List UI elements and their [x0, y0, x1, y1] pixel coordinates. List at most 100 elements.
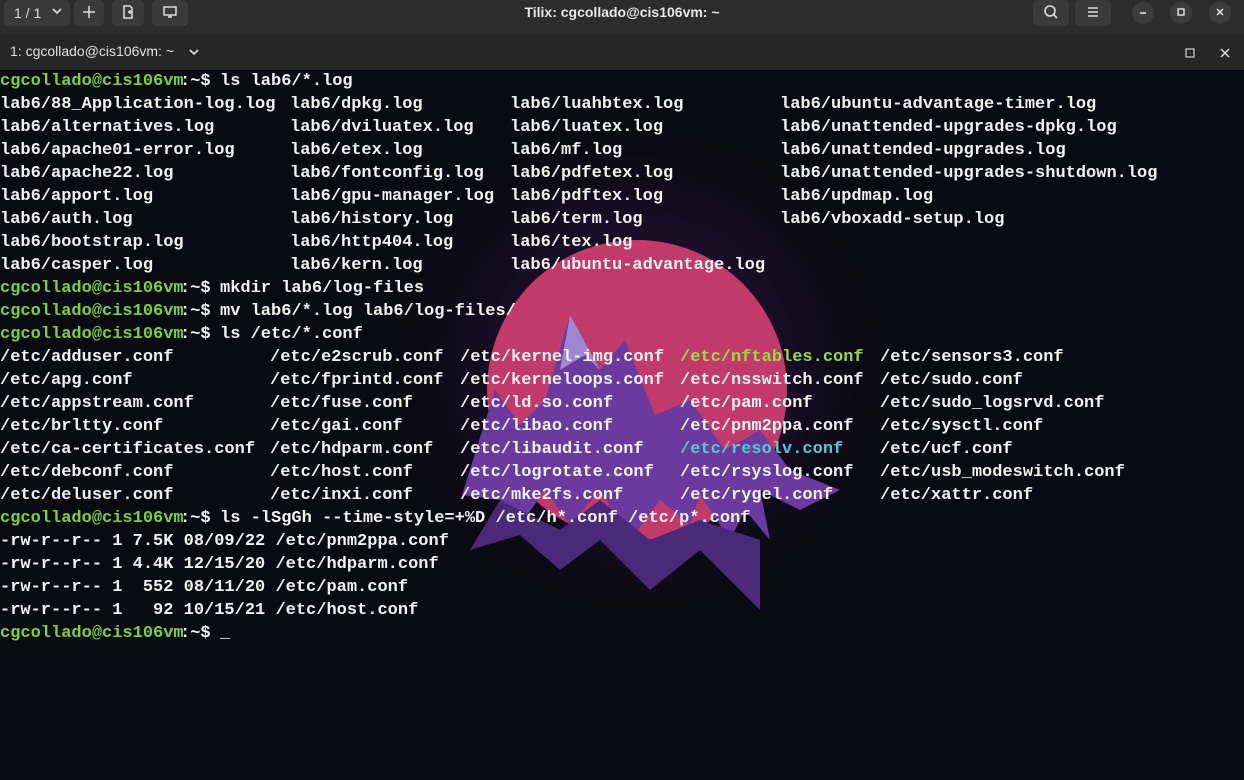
file-entry: /etc/fprintd.conf: [270, 371, 444, 390]
prompt-cwd: :~$: [180, 72, 211, 91]
new-session-icon: [120, 4, 136, 23]
file-entry: lab6/ubuntu-advantage.log: [510, 256, 766, 275]
file-entry: /etc/fuse.conf: [270, 394, 413, 413]
file-entry: /etc/ucf.conf: [880, 440, 1013, 459]
file-entry: /etc/rygel.conf: [680, 486, 834, 505]
file-entry: lab6/pdfetex.log: [510, 164, 674, 183]
prompt-cwd: :~$: [180, 325, 211, 344]
file-entry: /etc/nsswitch.conf: [680, 371, 864, 390]
file-entry: /etc/kerneloops.conf: [460, 371, 665, 390]
file-entry: /etc/resolv.conf: [680, 440, 844, 459]
file-entry: lab6/vboxadd-setup.log: [780, 210, 1005, 229]
new-session-button[interactable]: [112, 0, 144, 26]
session-switcher-button[interactable]: 1 / 1: [4, 0, 70, 26]
sync-input-button[interactable]: [152, 0, 188, 26]
command-text: ls -lSgGh --time-style=+%D /etc/h*.conf …: [220, 509, 751, 528]
search-icon: [1043, 4, 1059, 23]
file-entry: /etc/gai.conf: [270, 417, 403, 436]
file-entry: lab6/apache01-error.log: [0, 141, 235, 160]
add-terminal-button[interactable]: [74, 0, 104, 26]
file-entry: /etc/sensors3.conf: [880, 348, 1064, 367]
file-entry: lab6/term.log: [510, 210, 643, 229]
file-entry: /etc/sysctl.conf: [880, 417, 1044, 436]
file-entry: /etc/apg.conf: [0, 371, 133, 390]
hamburger-menu-icon: [1086, 5, 1100, 22]
file-entry: /etc/ca-certificates.conf: [0, 440, 256, 459]
file-entry: lab6/ubuntu-advantage-timer.log: [780, 95, 1097, 114]
file-entry: lab6/apache22.log: [0, 164, 174, 183]
prompt-user-host: cgcollado@cis106vm: [0, 624, 184, 643]
file-entry: /etc/brltty.conf: [0, 417, 164, 436]
file-entry: /etc/mke2fs.conf: [460, 486, 624, 505]
long-listing-entry: -rw-r--r-- 1 92 10/15/21 /etc/host.conf: [0, 601, 419, 620]
file-entry: /etc/nftables.conf: [680, 348, 864, 367]
file-entry: lab6/history.log: [290, 210, 454, 229]
file-entry: /etc/pnm2ppa.conf: [680, 417, 854, 436]
prompt-user-host: cgcollado@cis106vm: [0, 302, 184, 321]
file-entry: lab6/apport.log: [0, 187, 154, 206]
file-entry: lab6/gpu-manager.log: [290, 187, 495, 206]
file-entry: /etc/host.conf: [270, 463, 413, 482]
file-entry: lab6/tex.log: [510, 233, 633, 252]
file-entry: /etc/usb_modeswitch.conf: [880, 463, 1125, 482]
prompt-cwd: :~$: [180, 624, 211, 643]
file-entry: /etc/e2scrub.conf: [270, 348, 444, 367]
cursor: _: [220, 624, 231, 643]
file-entry: /etc/kernel-img.conf: [460, 348, 665, 367]
file-entry: /etc/libaudit.conf: [460, 440, 644, 459]
terminal-menu-chevron-icon[interactable]: [187, 45, 201, 62]
file-entry: /etc/hdparm.conf: [270, 440, 434, 459]
file-entry: lab6/updmap.log: [780, 187, 934, 206]
prompt-user-host: cgcollado@cis106vm: [0, 279, 184, 298]
file-entry: lab6/alternatives.log: [0, 118, 215, 137]
file-entry: /etc/deluser.conf: [0, 486, 174, 505]
file-entry: lab6/fontconfig.log: [290, 164, 484, 183]
file-entry: lab6/unattended-upgrades-shutdown.log: [780, 164, 1158, 183]
file-entry: /etc/sudo.conf: [880, 371, 1023, 390]
maximize-terminal-icon[interactable]: [1184, 46, 1196, 62]
file-entry: lab6/bootstrap.log: [0, 233, 184, 252]
file-entry: lab6/casper.log: [0, 256, 154, 275]
prompt-cwd: :~$: [180, 509, 211, 528]
chevron-down-icon: [50, 4, 64, 21]
long-listing-entry: -rw-r--r-- 1 552 08/11/20 /etc/pam.conf: [0, 578, 409, 597]
maximize-icon: [1176, 4, 1186, 22]
terminal-title-label[interactable]: 1: cgcollado@cis106vm: ~: [10, 43, 174, 59]
terminal-area[interactable]: cgcollado@cis106vm:~$ ls lab6/*.log lab6/8…: [0, 70, 1244, 780]
close-terminal-icon[interactable]: [1219, 46, 1231, 62]
file-entry: /etc/adduser.conf: [0, 348, 174, 367]
minimize-button[interactable]: [1132, 2, 1154, 24]
menu-button[interactable]: [1075, 0, 1111, 26]
long-listing-entry: -rw-r--r-- 1 7.5K 08/09/22 /etc/pnm2ppa.…: [0, 532, 449, 551]
close-icon: [1215, 4, 1225, 22]
file-entry: /etc/libao.conf: [460, 417, 614, 436]
file-entry: lab6/luatex.log: [510, 118, 664, 137]
close-button[interactable]: [1209, 2, 1231, 24]
prompt-cwd: :~$: [180, 302, 211, 321]
file-entry: /etc/sudo_logsrvd.conf: [880, 394, 1105, 413]
file-entry: lab6/auth.log: [0, 210, 133, 229]
broadcast-icon: [162, 4, 178, 23]
search-button[interactable]: [1033, 0, 1069, 26]
file-entry: /etc/appstream.conf: [0, 394, 194, 413]
long-listing-entry: -rw-r--r-- 1 4.4K 12/15/20 /etc/hdparm.c…: [0, 555, 439, 574]
terminal-title-bar: 1: cgcollado@cis106vm: ~: [0, 35, 1244, 70]
maximize-button[interactable]: [1170, 2, 1192, 24]
file-entry: lab6/88_Application-log.log: [0, 95, 276, 114]
command-text: ls lab6/*.log: [220, 72, 353, 91]
file-entry: lab6/dviluatex.log: [290, 118, 474, 137]
command-text: ls /etc/*.conf: [220, 325, 363, 344]
file-entry: lab6/luahbtex.log: [510, 95, 684, 114]
file-entry: lab6/pdftex.log: [510, 187, 664, 206]
file-entry: /etc/debconf.conf: [0, 463, 174, 482]
file-entry: /etc/xattr.conf: [880, 486, 1034, 505]
title-bar: 1 / 1 Tilix: cgcollado@cis106vm: ~: [0, 0, 1244, 35]
session-counter: 1 / 1: [14, 5, 42, 21]
prompt-user-host: cgcollado@cis106vm: [0, 325, 184, 344]
file-entry: lab6/mf.log: [510, 141, 623, 160]
file-entry: lab6/unattended-upgrades-dpkg.log: [780, 118, 1117, 137]
file-entry: lab6/etex.log: [290, 141, 423, 160]
prompt-cwd: :~$: [180, 279, 211, 298]
file-entry: /etc/rsyslog.conf: [680, 463, 854, 482]
plus-icon: [82, 5, 96, 22]
